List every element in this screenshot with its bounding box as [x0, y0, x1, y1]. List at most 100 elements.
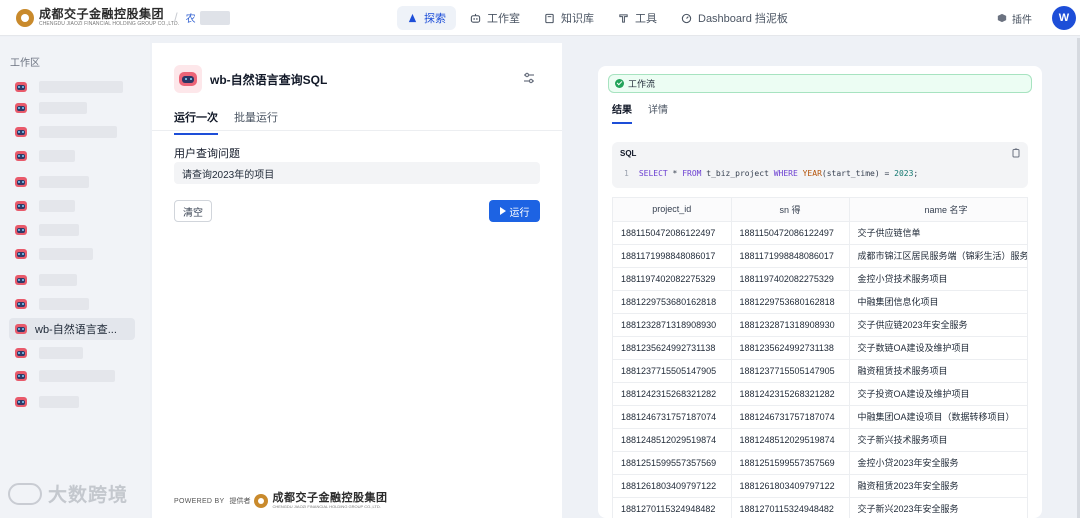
- header-separator: /: [174, 10, 178, 25]
- redacted-app-name: [39, 126, 117, 138]
- robot-icon: [15, 396, 27, 408]
- redacted-app-name: [39, 224, 79, 236]
- book-icon: [545, 13, 554, 23]
- tabs-divider: [152, 130, 562, 131]
- table-row: 1881197402082275329 1881197402082275329 金控…: [613, 267, 1027, 291]
- sidebar-app-item[interactable]: [9, 121, 135, 143]
- workspace-switcher[interactable]: 农: [186, 10, 230, 25]
- redacted-app-name: [39, 102, 87, 114]
- table-header-row: project_id sn 得 name 名字: [613, 198, 1027, 222]
- redacted-app-name: [39, 274, 77, 286]
- robot-icon: [15, 150, 27, 162]
- sql-title: SQL: [620, 149, 637, 158]
- sidebar-app-item-active[interactable]: wb-自然语言查...: [9, 318, 135, 340]
- result-panel: 工作流 结果 详情 SQL 1 SELECT * FROM t_biz_proje…: [598, 66, 1042, 518]
- table-row: 1881251599557357569 1881251599557357569 金控…: [613, 451, 1027, 475]
- result-tabs: 结果 详情: [612, 101, 684, 124]
- table-row: 1881261803409797122 1881261803409797122 融资…: [613, 474, 1027, 498]
- column-header: sn 得: [731, 198, 850, 222]
- table-row: 1881270115324948482 1881270115324948482 交子…: [613, 497, 1027, 518]
- watermark-logo-icon: [8, 482, 42, 505]
- sidebar-app-item[interactable]: [9, 219, 135, 241]
- top-header: 成都交子金融控股集团 CHENGDU JIAOZI FINANCIAL HOLD…: [0, 0, 1080, 36]
- app-title: wb-自然语言查询SQL: [210, 72, 328, 87]
- cube-icon: [997, 13, 1007, 23]
- powered-by-footer: POWERED BY 提供者 成都交子金融控股集团 CHENGDU JIAOZI…: [174, 492, 388, 509]
- watermark: 大数跨境: [8, 480, 128, 507]
- logo-name: 成都交子金融控股集团: [39, 7, 165, 21]
- nav-dashboard[interactable]: Dashboard 挡泥板: [671, 6, 798, 30]
- nav-explore[interactable]: 探索: [397, 6, 456, 30]
- run-button[interactable]: 运行: [489, 200, 540, 222]
- query-field-label: 用户查询问题: [174, 148, 240, 160]
- nav-studio[interactable]: 工作室: [460, 6, 530, 30]
- redacted-app-name: [39, 176, 89, 188]
- workspace-name: 农: [185, 14, 196, 25]
- main-nav: 探索 工作室 知识库 工具 Dashboard 挡泥板: [397, 6, 802, 30]
- result-table[interactable]: project_id sn 得 name 名字 1881150472086122…: [612, 197, 1028, 518]
- sidebar-app-item[interactable]: [9, 97, 135, 119]
- user-avatar[interactable]: W: [1052, 6, 1076, 30]
- sidebar-app-item[interactable]: [9, 365, 135, 387]
- nav-tools[interactable]: 工具: [608, 6, 667, 30]
- sidebar-title: 工作区: [10, 58, 40, 69]
- tab-run-once[interactable]: 运行一次: [174, 109, 218, 135]
- workspace-sidebar: 工作区 wb-自然语言查...: [0, 37, 150, 518]
- sidebar-app-item[interactable]: [9, 145, 135, 167]
- table-row: 1881246731757187074 1881246731757187074 中融…: [613, 405, 1027, 429]
- robot-icon: [15, 298, 27, 310]
- nav-knowledge[interactable]: 知识库: [534, 6, 604, 30]
- robot-icon: [15, 323, 27, 335]
- sidebar-app-item[interactable]: [9, 195, 135, 217]
- redacted-app-name: [39, 248, 93, 260]
- play-icon: [499, 207, 506, 215]
- robot-icon: [15, 176, 27, 188]
- sidebar-app-item[interactable]: [9, 269, 135, 291]
- app-robot-icon: [174, 65, 202, 93]
- table-row: 1881150472086122497 1881150472086122497 交子…: [613, 221, 1027, 245]
- logo-english-name: CHENGDU JIAOZI FINANCIAL HOLDING GROUP C…: [39, 21, 180, 27]
- sliders-icon[interactable]: [522, 71, 536, 85]
- tab-result[interactable]: 结果: [612, 101, 632, 124]
- clear-button[interactable]: 清空: [174, 200, 212, 222]
- robot-icon: [15, 200, 27, 212]
- column-header: name 名字: [849, 198, 1027, 222]
- sidebar-app-item[interactable]: [9, 391, 135, 413]
- workflow-status-badge[interactable]: 工作流: [608, 74, 1032, 93]
- check-icon: [615, 79, 624, 88]
- sidebar-app-item[interactable]: [9, 243, 135, 265]
- sidebar-app-item[interactable]: [9, 342, 135, 364]
- company-logo[interactable]: 成都交子金融控股集团 CHENGDU JIAOZI FINANCIAL HOLD…: [16, 0, 179, 36]
- compass-icon: [408, 13, 417, 22]
- robot-icon: [15, 102, 27, 114]
- run-mode-tabs: 运行一次 批量运行: [174, 109, 294, 135]
- sql-block: SQL 1 SELECT * FROM t_biz_project WHERE Y…: [612, 142, 1028, 188]
- redacted-app-name: [39, 298, 89, 310]
- workspace-name-redacted: [199, 10, 230, 25]
- robot-icon: [15, 347, 27, 359]
- table-row: 1881171998848086017 1881171998848086017 成都…: [613, 244, 1027, 268]
- query-input[interactable]: 请查询2023年的项目: [174, 162, 540, 184]
- robot-icon: [15, 274, 27, 286]
- table-row: 1881248512029519874 1881248512029519874 交子…: [613, 428, 1027, 452]
- copy-icon[interactable]: [1011, 148, 1021, 158]
- robot-icon: [15, 81, 27, 93]
- table-row: 1881232871318908930 1881232871318908930 交子…: [613, 313, 1027, 337]
- robot-icon: [15, 370, 27, 382]
- robot-icon: [470, 13, 481, 23]
- dashboard-icon: [681, 13, 692, 23]
- redacted-app-name: [39, 150, 75, 162]
- robot-icon: [15, 224, 27, 236]
- watermark-text: 大数跨境: [48, 485, 129, 506]
- sidebar-app-item[interactable]: [9, 171, 135, 193]
- tab-batch-run[interactable]: 批量运行: [234, 109, 278, 135]
- plugin-button[interactable]: 插件: [997, 11, 1032, 26]
- table-row: 1881237715505147905 1881237715505147905 融资…: [613, 359, 1027, 383]
- sidebar-app-item[interactable]: [9, 293, 135, 315]
- tab-detail[interactable]: 详情: [648, 101, 668, 124]
- sidebar-app-item[interactable]: [9, 76, 135, 98]
- footer-logo-english-name: CHENGDU JIAOZI FINANCIAL HOLDING GROUP C…: [272, 504, 381, 509]
- logo-mark-icon: [254, 494, 269, 508]
- app-run-panel: wb-自然语言查询SQL 运行一次 批量运行 用户查询问题 请查询2023年的项…: [152, 43, 562, 518]
- wrench-icon: [619, 13, 628, 23]
